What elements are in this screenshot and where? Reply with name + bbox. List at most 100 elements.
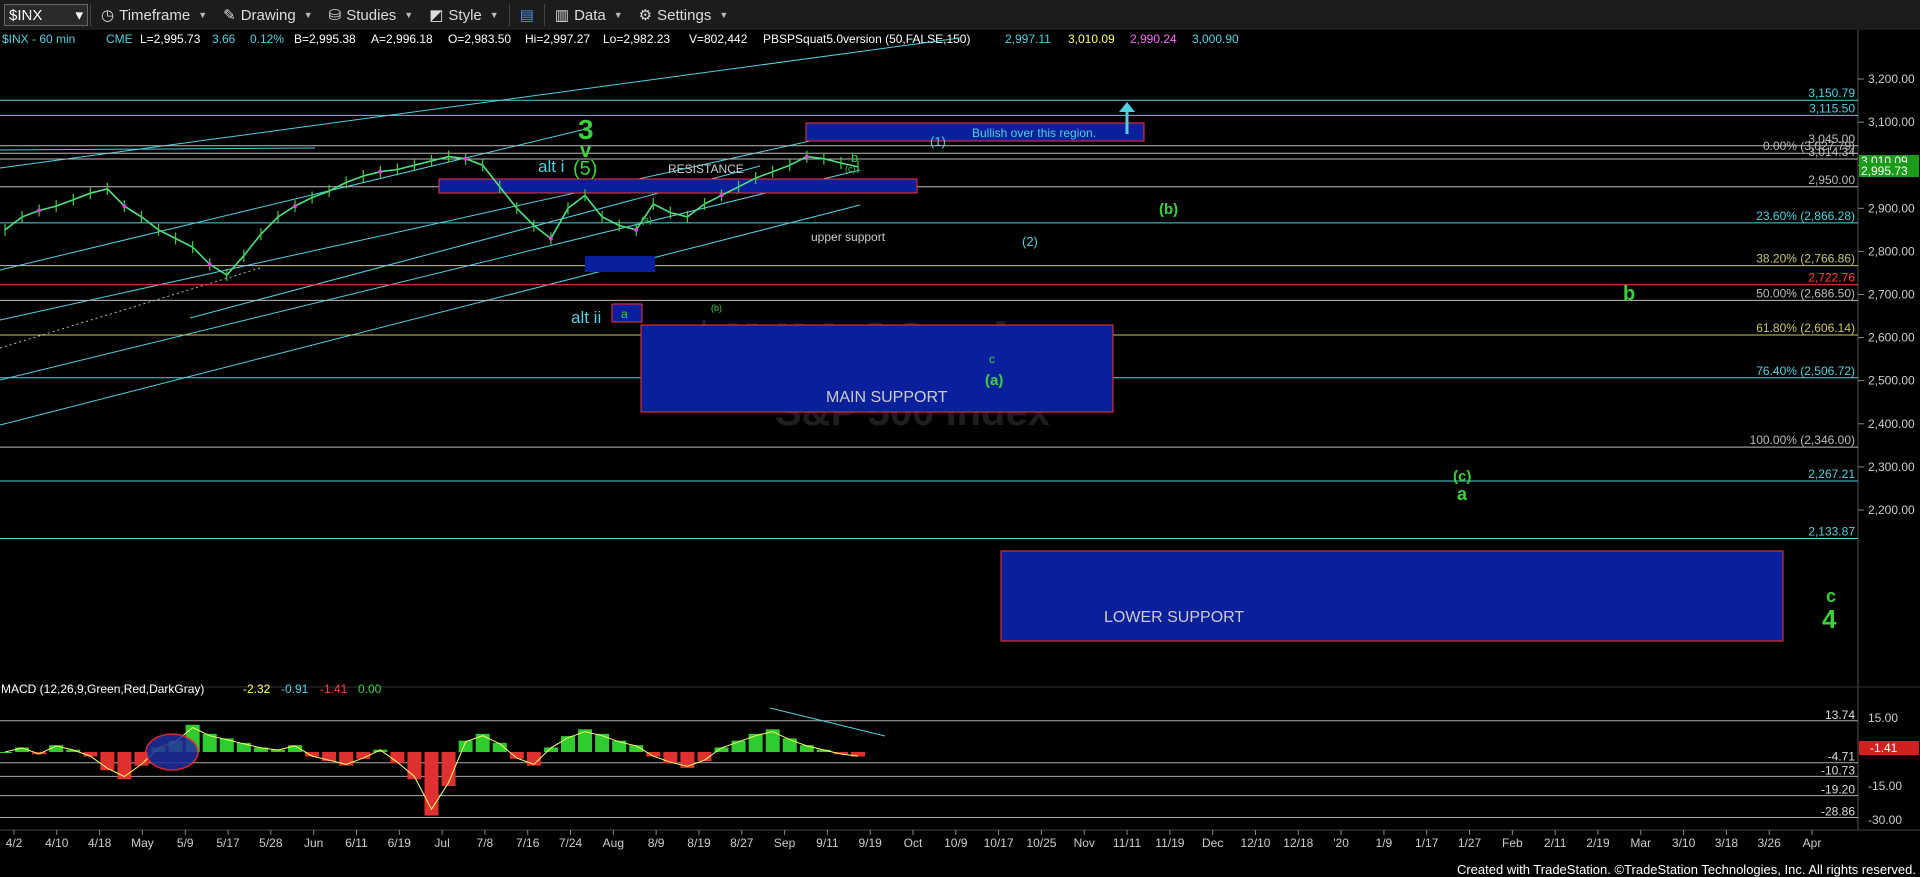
- price-marker: [122, 204, 127, 209]
- time-tick-label: 3/18: [1715, 836, 1739, 850]
- header-open: O=2,983.50: [448, 32, 511, 46]
- lower-support-label: LOWER SUPPORT: [1104, 609, 1244, 626]
- time-tick-label: 1/9: [1376, 836, 1393, 850]
- settings-menu[interactable]: ⚙ Settings ▼: [631, 0, 737, 30]
- wave-5: (5): [573, 158, 597, 180]
- level-label: 50.00% (2,686.50): [1756, 286, 1855, 300]
- time-tick-label: 8/9: [648, 836, 665, 850]
- macd-bar: [731, 740, 746, 752]
- wave-b: b: [851, 150, 858, 165]
- time-tick-label: Aug: [603, 836, 624, 850]
- macd-v1: -2.32: [243, 682, 271, 696]
- wave-1: (1): [930, 134, 946, 149]
- data-menu[interactable]: ▥ Data ▼: [547, 0, 631, 30]
- time-tick-label: May: [131, 836, 154, 850]
- price-marker: [293, 204, 298, 209]
- timeframe-menu[interactable]: ◷ Timeframe ▼: [93, 0, 215, 30]
- time-tick-label: 4/10: [45, 836, 69, 850]
- price-marker: [207, 262, 212, 267]
- header-change: 3.66: [212, 32, 236, 46]
- chart-area[interactable]: $INX 60min S&P 500 Index $INX - 60 min C…: [0, 30, 1920, 860]
- macd-tick-label: 15.00: [1868, 711, 1898, 725]
- time-tick-label: 4/2: [6, 836, 23, 850]
- wave-a-big: a: [1457, 484, 1468, 504]
- chevron-down-icon: ▼: [303, 10, 313, 20]
- header-bid: B=2,995.38: [294, 32, 356, 46]
- settings-label: Settings: [657, 6, 712, 24]
- macd-last-text: -1.41: [1870, 741, 1898, 755]
- header-study-v2: 3,010.09: [1068, 32, 1115, 46]
- time-tick-label: 2/11: [1544, 836, 1567, 850]
- macd-bar: [475, 733, 490, 752]
- macd-bar: [782, 738, 797, 752]
- resistance-zone: [438, 178, 918, 194]
- symbol-input[interactable]: $INX ▾: [4, 4, 88, 26]
- time-tick-label: 7/16: [516, 836, 540, 850]
- macd-bar: [560, 736, 575, 752]
- pen-icon: ✎: [223, 7, 236, 24]
- time-tick-label: 6/11: [345, 836, 368, 850]
- style-menu[interactable]: ◩ Style ▼: [421, 0, 506, 30]
- price-tick-label: 2,200.00: [1868, 503, 1915, 517]
- drawing-menu[interactable]: ✎ Drawing ▼: [215, 0, 321, 30]
- time-tick-label: '20: [1333, 836, 1349, 850]
- wave-alt-ii: alt ii: [571, 308, 601, 327]
- time-tick-label: Jul: [434, 836, 449, 850]
- level-label: 3,115.50: [1809, 101, 1855, 115]
- macd-v3: -1.41: [320, 682, 348, 696]
- wave-b-sub: (b): [711, 303, 722, 313]
- macd-level-label: 13.74: [1825, 708, 1855, 722]
- price-tick-label: 2,700.00: [1868, 288, 1915, 302]
- toolbar: $INX ▾ ◷ Timeframe ▼ ✎ Drawing ▼ ⛁ Studies ▼ ◩…: [0, 0, 1920, 31]
- macd-bar: [117, 752, 132, 780]
- wave-a-sub: (a): [641, 215, 652, 225]
- wave-c-mid: c: [989, 352, 995, 366]
- bar-chart-icon: ▥: [554, 7, 570, 24]
- chevron-down-icon: ▼: [404, 10, 414, 20]
- resistance-label: RESISTANCE: [668, 162, 744, 176]
- studies-label: Studies: [346, 6, 397, 24]
- wave-4: 4: [1822, 604, 1837, 634]
- style-icon: ◩: [429, 7, 444, 24]
- macd-level-label: -4.71: [1828, 750, 1856, 764]
- time-tick-label: 3/10: [1672, 836, 1696, 850]
- level-label: 2,950.00: [1808, 173, 1855, 187]
- time-tick-label: 11/11: [1113, 836, 1142, 850]
- wave-c-big: c: [1826, 586, 1836, 606]
- main-support-label: MAIN SUPPORT: [826, 389, 948, 406]
- header-last: L=2,995.73: [140, 32, 201, 46]
- price-tick-label: 2,800.00: [1868, 244, 1915, 258]
- time-tick-label: Apr: [1803, 836, 1822, 850]
- time-tick-label: 5/17: [216, 836, 240, 850]
- macd-level-label: -19.20: [1821, 783, 1855, 797]
- header-study-v1: 2,997.11: [1005, 32, 1051, 46]
- lower-support-zone: [1000, 550, 1784, 642]
- wave-c-top: (c): [845, 164, 856, 174]
- macd-bar: [748, 733, 763, 752]
- time-tick-label: 1/27: [1458, 836, 1482, 850]
- time-tick-label: 1/17: [1415, 836, 1439, 850]
- macd-level-label: -10.73: [1821, 763, 1855, 777]
- price-marker: [463, 156, 468, 161]
- level-label: 3,014.34: [1808, 145, 1855, 159]
- header-exchange: CME: [106, 32, 133, 46]
- wave-a-small: a: [621, 307, 628, 321]
- level-label: 2,722.76: [1808, 271, 1855, 285]
- price-tick-label: 2,400.00: [1868, 417, 1915, 431]
- last-price-text: 2,995.73: [1861, 164, 1908, 178]
- price-marker: [548, 236, 553, 241]
- header-study-v3: 2,990.24: [1130, 32, 1177, 46]
- time-tick-label: Dec: [1202, 836, 1223, 850]
- price-marker: [378, 169, 383, 174]
- macd-bar: [100, 752, 115, 771]
- time-tick-label: 10/9: [944, 836, 968, 850]
- price-tick-label: 2,500.00: [1868, 374, 1915, 388]
- layout-button[interactable]: ▤: [512, 0, 542, 30]
- macd-bar: [526, 752, 541, 766]
- time-tick-label: 5/9: [177, 836, 194, 850]
- drawing-label: Drawing: [240, 6, 296, 24]
- macd-bar: [407, 752, 422, 780]
- symbol-value: $INX: [9, 6, 43, 24]
- header-high: Hi=2,997.27: [525, 32, 590, 46]
- studies-menu[interactable]: ⛁ Studies ▼: [321, 0, 422, 30]
